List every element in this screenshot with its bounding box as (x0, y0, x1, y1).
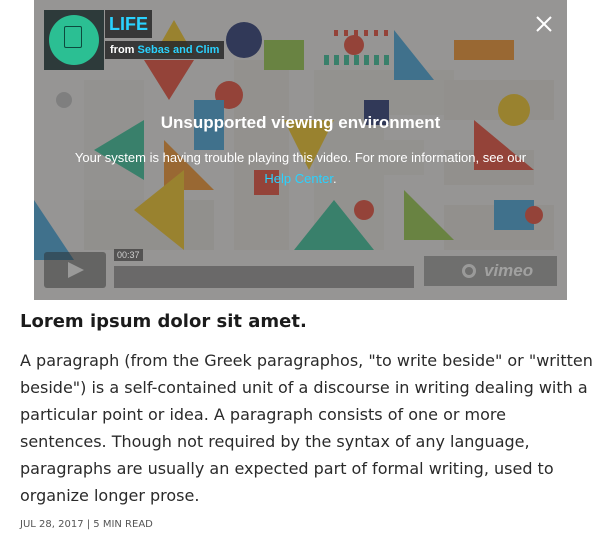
video-player[interactable]: LIFE from Sebas and Clim Unsupported vie… (34, 0, 567, 300)
timecode: 00:37 (114, 249, 143, 261)
article-paragraph: A paragraph (from the Greek paragraphos,… (20, 351, 593, 505)
video-byline: from Sebas and Clim (105, 41, 225, 59)
error-title: Unsupported viewing environment (160, 113, 441, 132)
close-icon[interactable] (534, 14, 554, 34)
video-author-link[interactable]: Sebas and Clim (138, 44, 220, 56)
error-text: Your system is having trouble playing th… (74, 150, 527, 165)
player-right-controls: vimeo (424, 256, 557, 286)
progress-bar[interactable] (114, 266, 414, 288)
error-suffix: . (333, 171, 337, 186)
video-controls: 00:37 vimeo (44, 249, 557, 288)
article-meta: JUL 28, 2017 | 5 MIN READ (20, 519, 153, 530)
vimeo-logo[interactable]: vimeo (484, 261, 533, 281)
byline-prefix: from (110, 44, 135, 56)
help-center-link[interactable]: Help Center (264, 171, 333, 186)
error-message: Your system is having trouble playing th… (34, 147, 567, 189)
document-icon (64, 26, 82, 48)
play-button[interactable] (44, 252, 106, 288)
video-title[interactable]: LIFE (105, 10, 152, 38)
article-headline: Lorem ipsum dolor sit amet. (20, 311, 307, 332)
channel-logo[interactable] (44, 10, 104, 70)
gear-icon[interactable] (462, 264, 476, 278)
